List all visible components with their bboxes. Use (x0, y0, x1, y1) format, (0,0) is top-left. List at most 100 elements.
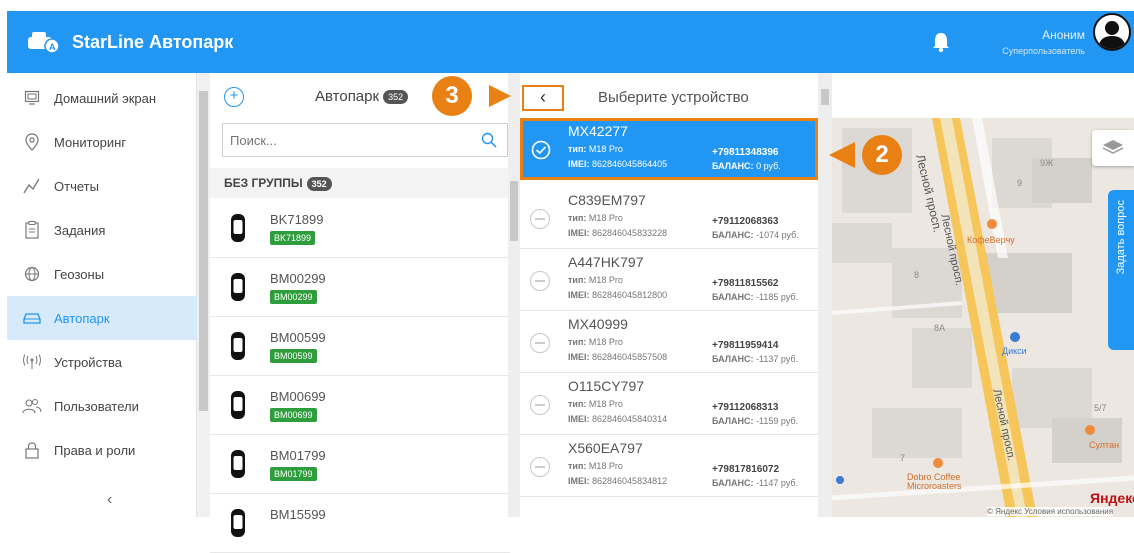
vehicle-row[interactable]: BM01799 BM01799 (210, 435, 510, 494)
vehicle-row[interactable]: BM00299 BM00299 (210, 258, 510, 317)
sidebar-item-monitoring[interactable]: Мониторинг (7, 120, 197, 164)
search-box[interactable] (222, 123, 508, 157)
device-balance: БАЛАНС: -1137 руб. (712, 354, 798, 364)
map-copyright[interactable]: © Яндекс Условия использования (987, 507, 1114, 516)
device-phone: +79811959414 (712, 340, 779, 351)
search-icon[interactable] (481, 132, 497, 148)
scrollbar-thumb[interactable] (510, 181, 518, 241)
sidebar-item-label: Автопарк (54, 310, 110, 326)
sidebar-item-tasks[interactable]: Задания (7, 208, 197, 252)
vehicle-name: BM00599 (270, 330, 326, 345)
sidebar-collapse-button[interactable]: ‹ (107, 491, 112, 509)
device-phone: +79112068313 (712, 402, 779, 413)
sidebar: Домашний экран Мониторинг Отчеты Задания… (7, 73, 197, 517)
fleet-title-text: Автопарк (315, 88, 380, 105)
plate-badge: BM00699 (270, 408, 317, 422)
poi-label: Султан (1089, 440, 1120, 450)
scrollbar-thumb[interactable] (199, 91, 208, 411)
sidebar-item-label: Отчеты (54, 178, 99, 194)
radio-icon[interactable] (530, 395, 550, 415)
vehicle-row[interactable]: BM15599 (210, 494, 510, 553)
sidebar-item-label: Задания (54, 222, 106, 238)
scrollbar-thumb[interactable] (821, 89, 829, 105)
radio-icon[interactable] (530, 271, 550, 291)
vehicle-row[interactable]: BK71899 BK71899 (210, 199, 510, 258)
plate-badge: BM00299 (270, 290, 317, 304)
group-count-badge: 352 (306, 176, 332, 191)
imei-key: IMEI: (568, 476, 590, 486)
vehicle-name: BM00299 (270, 271, 326, 286)
imei-value: 862846045864405 (592, 159, 668, 169)
sidebar-item-roles[interactable]: Права и роли (7, 428, 197, 472)
type-key: тип: (568, 337, 587, 347)
add-vehicle-button[interactable]: + (224, 87, 244, 107)
device-name: O115CY797 (568, 378, 645, 394)
radio-icon[interactable] (530, 333, 550, 353)
sidebar-item-geozones[interactable]: Геозоны (7, 252, 197, 296)
device-phone: +79112068363 (712, 216, 779, 227)
sidebar-item-label: Домашний экран (54, 90, 157, 106)
group-label: БЕЗ ГРУППЫ (224, 176, 303, 190)
bell-icon[interactable] (931, 31, 951, 53)
poi-label: Дикси (1002, 346, 1027, 356)
layers-icon (1102, 140, 1124, 154)
avatar[interactable] (1093, 13, 1131, 51)
device-row[interactable]: X560EA797 тип: M18 Pro IMEI: 86284604583… (520, 435, 818, 497)
vehicle-row[interactable]: BM00699 BM00699 (210, 376, 510, 435)
device-row[interactable]: MX40999 тип: M18 Pro IMEI: 8628460458575… (520, 311, 818, 373)
sidebar-item-label: Мониторинг (54, 134, 127, 150)
device-imei: IMEI: 862846045840314 (568, 414, 667, 424)
sidebar-item-fleet[interactable]: Автопарк (7, 296, 197, 340)
device-imei: IMEI: 862846045864405 (568, 159, 667, 169)
sidebar-item-label: Геозоны (54, 266, 105, 282)
map-brand[interactable]: Яндекс (1090, 490, 1134, 506)
map[interactable]: Лесной просп. Лесной просп. Лесной просп… (832, 118, 1134, 517)
balance-key: БАЛАНС: (712, 230, 754, 240)
device-row[interactable] (520, 497, 818, 517)
device-scrollbar[interactable] (818, 73, 832, 517)
type-value: M18 Pro (588, 213, 623, 223)
back-button[interactable]: ‹ (522, 85, 564, 111)
search-input[interactable] (223, 124, 463, 156)
vehicle-name: BM15599 (270, 507, 326, 522)
arrow-left-icon (829, 142, 855, 168)
device-panel-title: Выберите устройство (598, 89, 749, 106)
device-name: MX40999 (568, 316, 628, 332)
sidebar-item-users[interactable]: Пользователи (7, 384, 197, 428)
device-imei: IMEI: 862846045833228 (568, 228, 667, 238)
device-row-selected[interactable]: MX42277 тип: M18 Pro IMEI: 8628460458644… (520, 118, 818, 180)
device-row[interactable]: A447HK797 тип: M18 Pro IMEI: 86284604581… (520, 249, 818, 311)
radio-icon[interactable] (530, 209, 550, 229)
type-value: M18 Pro (588, 337, 623, 347)
house-number: 5/7 (1094, 403, 1107, 413)
device-type: тип: M18 Pro (568, 399, 623, 409)
home-icon (22, 88, 42, 108)
sidebar-item-reports[interactable]: Отчеты (7, 164, 197, 208)
device-row[interactable]: O115CY797 тип: M18 Pro IMEI: 86284604584… (520, 373, 818, 435)
antenna-icon (22, 352, 42, 372)
device-phone: +79817816072 (712, 464, 780, 475)
sidebar-item-label: Пользователи (54, 398, 139, 414)
user-name[interactable]: Аноним (987, 28, 1085, 42)
type-value: M18 Pro (588, 144, 623, 154)
balance-value: -1185 руб. (756, 292, 799, 302)
imei-value: 862846045812800 (592, 290, 668, 300)
sidebar-item-devices[interactable]: Устройства (7, 340, 197, 384)
check-circle-icon[interactable] (531, 140, 551, 160)
fleet-scrollbar[interactable] (508, 73, 520, 517)
car-top-icon (231, 391, 245, 419)
vehicle-row[interactable]: BM00599 BM00599 (210, 317, 510, 376)
map-layers-button[interactable] (1092, 130, 1134, 166)
radio-icon[interactable] (530, 457, 550, 477)
group-header[interactable]: БЕЗ ГРУППЫ 352 (210, 168, 510, 198)
ask-question-label[interactable]: Задать вопрос (1115, 200, 1127, 274)
imei-value: 862846045833228 (592, 228, 668, 238)
device-row[interactable]: C839EM797 тип: M18 Pro IMEI: 86284604583… (520, 187, 818, 249)
device-type: тип: M18 Pro (568, 275, 623, 285)
sidebar-scrollbar[interactable] (197, 73, 210, 517)
app-title[interactable]: StarLine Автопарк (72, 32, 233, 53)
vehicle-name: BM00699 (270, 389, 326, 404)
sidebar-item-home[interactable]: Домашний экран (7, 76, 197, 120)
type-value: M18 Pro (588, 399, 623, 409)
house-number: 9 (1017, 178, 1023, 188)
